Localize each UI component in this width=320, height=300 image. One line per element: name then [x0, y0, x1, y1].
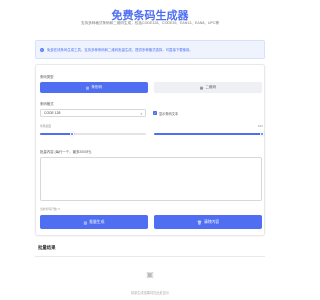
- type-label: 条码类型: [40, 75, 54, 79]
- slider2-fill: [154, 133, 262, 135]
- type-barcode-label: 条形码: [91, 85, 103, 89]
- content-textarea[interactable]: [40, 157, 262, 201]
- slider1-track[interactable]: [40, 131, 146, 136]
- type-qrcode-label: 二维码: [205, 85, 217, 89]
- generate-label: 批量生成: [89, 219, 105, 224]
- content-label: 批量内容 (每行一个，最多2000行): [40, 150, 92, 154]
- chevron-down-icon: ▾: [140, 111, 142, 116]
- qrcode-icon: ▦: [199, 85, 204, 90]
- slider1-fill: [40, 133, 72, 135]
- format-label: 条码格式: [40, 102, 54, 106]
- show-text-label: 显示条码文本: [159, 112, 179, 116]
- barcode-icon: ▥: [85, 85, 90, 90]
- type-barcode-button[interactable]: ▥ 条形码: [40, 82, 148, 93]
- type-qrcode-button[interactable]: ▦ 二维码: [154, 82, 262, 93]
- info-icon: i: [40, 47, 44, 52]
- clear-label: 清除内容: [203, 219, 219, 224]
- notice-text: 免费在线条码生成工具，支持多种条码和二维码批量生成，提供多种格式选择，可直接下载…: [47, 48, 193, 52]
- format-value: CODE 128: [44, 111, 61, 115]
- slider1-label: 条码宽度: [40, 124, 52, 128]
- slider1-thumb[interactable]: [69, 131, 75, 136]
- image-placeholder-icon: ▣: [146, 270, 154, 279]
- page-subtitle: 支持多种格式条码和二维码生成，包括CODE128、CODE39、EAN13、EA…: [80, 21, 220, 25]
- slider2-thumb[interactable]: [259, 131, 265, 136]
- line-count-hint: 当前条码行数: 0: [40, 207, 60, 211]
- info-notice: i 免费在线条码生成工具，支持多种条码和二维码批量生成，提供多种格式选择，可直接…: [35, 40, 265, 59]
- clear-button[interactable]: 🗑 清除内容: [154, 215, 262, 229]
- results-title: 批量结果: [38, 245, 56, 250]
- format-select[interactable]: CODE 128 ▾: [40, 109, 146, 117]
- results-divider: [35, 256, 265, 257]
- generate-icon: ▥: [83, 220, 88, 225]
- empty-results-text: 批量生成结果将在此处显示: [130, 291, 170, 295]
- generate-button[interactable]: ▥ 批量生成: [40, 215, 148, 229]
- slider2-value: 100: [258, 124, 263, 128]
- show-text-checkbox[interactable]: ✓: [153, 111, 157, 115]
- generator-card: 条码类型 ▥ 条形码 ▦ 二维码 条码格式 CODE 128 ▾ ✓ 显示条码文…: [35, 64, 265, 236]
- slider2-track[interactable]: [154, 131, 265, 136]
- trash-icon: 🗑: [196, 220, 202, 225]
